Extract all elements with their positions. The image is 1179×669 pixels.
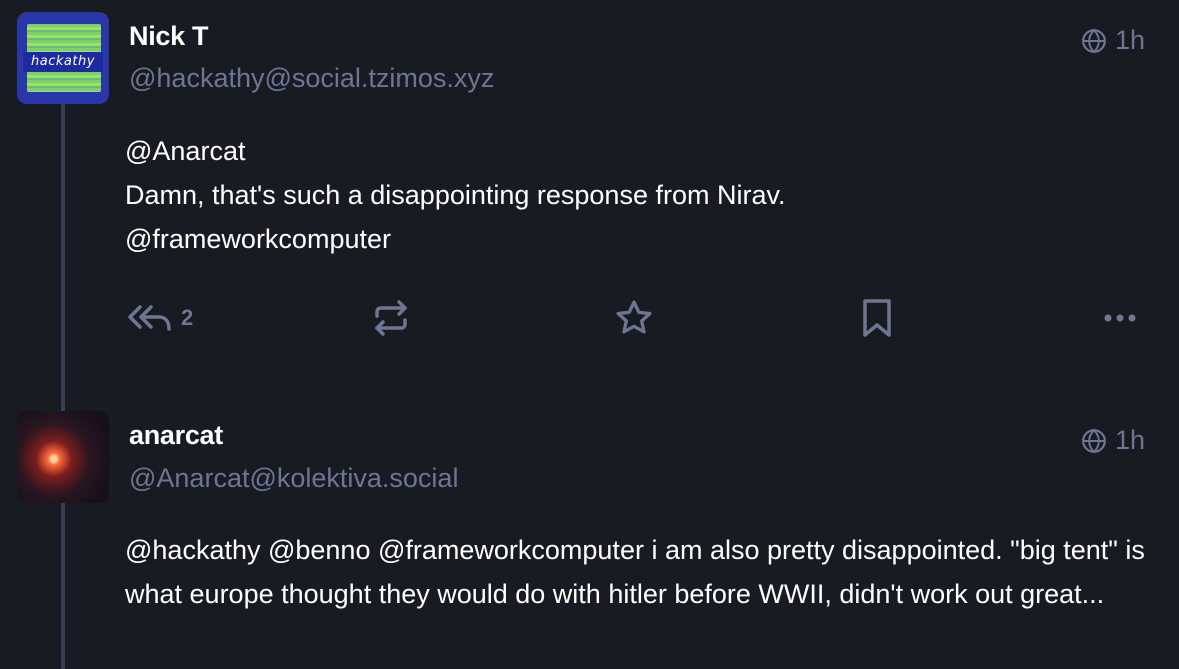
reply-button[interactable]: 2: [127, 296, 193, 340]
favourite-button[interactable]: [614, 296, 654, 340]
status-content: @hackathy @benno @frameworkcomputer i am…: [125, 528, 1149, 616]
account-handle[interactable]: @Anarcat@kolektiva.social: [129, 463, 458, 494]
status-anarcat[interactable]: anarcat @Anarcat@kolektiva.social 1h @ha…: [0, 400, 1179, 669]
avatar[interactable]: [17, 411, 109, 503]
mention-link[interactable]: @Anarcat: [125, 129, 1149, 173]
account-handle[interactable]: @hackathy@social.tzimos.xyz: [129, 63, 494, 94]
avatar[interactable]: hackathy: [17, 12, 109, 104]
content-line: Damn, that's such a disappointing respon…: [125, 180, 786, 210]
relative-time: 1h: [1114, 425, 1145, 455]
globe-icon: [1081, 428, 1107, 454]
bookmark-icon: [861, 298, 893, 338]
content-line: @hackathy @benno @frameworkcomputer i am…: [125, 535, 1145, 609]
status-nick-t[interactable]: hackathy Nick T @hackathy@social.tzimos.…: [0, 0, 1179, 380]
star-icon: [614, 298, 654, 338]
reply-all-icon: [127, 301, 173, 335]
boost-button[interactable]: [371, 296, 411, 340]
reply-count: 2: [181, 305, 194, 330]
globe-icon: [1081, 28, 1107, 54]
status-timestamp[interactable]: 1h: [1081, 25, 1145, 56]
boost-icon: [371, 298, 411, 338]
status-content: @Anarcat Damn, that's such a disappointi…: [125, 129, 1149, 261]
avatar-logo-text: hackathy: [23, 52, 103, 72]
more-options-button[interactable]: [1102, 296, 1138, 340]
display-name[interactable]: Nick T: [129, 21, 209, 52]
action-bar: 2: [0, 296, 1179, 340]
more-icon: [1102, 312, 1138, 324]
relative-time: 1h: [1114, 25, 1145, 55]
mention-link[interactable]: @frameworkcomputer: [125, 217, 1149, 261]
bookmark-button[interactable]: [861, 296, 893, 340]
display-name[interactable]: anarcat: [129, 420, 223, 451]
status-timestamp[interactable]: 1h: [1081, 425, 1145, 456]
